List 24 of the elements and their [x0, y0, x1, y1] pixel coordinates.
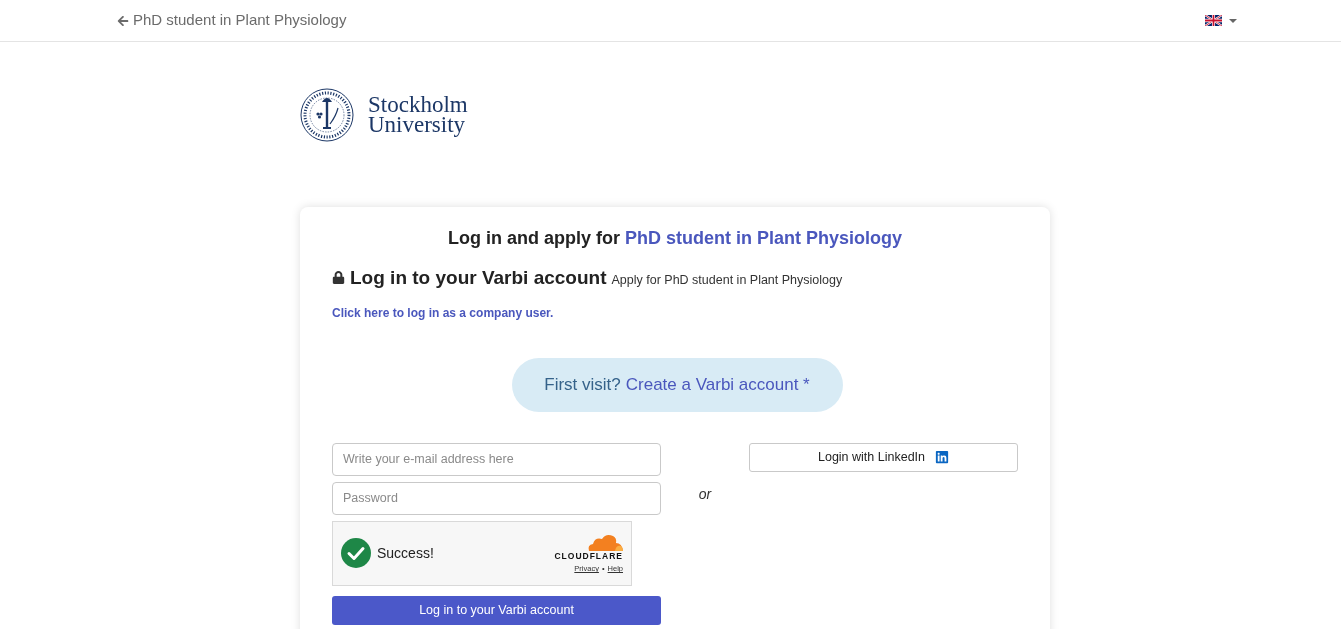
- language-dropdown[interactable]: [1205, 15, 1237, 26]
- logo-name-line: University: [368, 115, 467, 135]
- or-divider-text: or: [698, 484, 712, 504]
- uk-flag-icon: [1205, 15, 1222, 26]
- university-seal-icon: [300, 88, 354, 142]
- lock-icon: [332, 271, 345, 284]
- company-login-link[interactable]: Click here to log in as a company user.: [332, 305, 554, 320]
- job-title-link[interactable]: PhD student in Plant Physiology: [625, 228, 902, 248]
- cloudflare-wordmark: CLOUDFLARE: [554, 551, 623, 562]
- section-heading: Log in to your Varbi account: [350, 267, 607, 289]
- linkedin-login-button[interactable]: Login with LinkedIn: [749, 442, 1018, 472]
- create-account-link[interactable]: Create a Varbi account *: [625, 372, 810, 398]
- card-title: Log in and apply for PhD student in Plant Physiology: [446, 227, 903, 249]
- password-input[interactable]: Password: [332, 481, 661, 515]
- linkedin-icon: [935, 450, 949, 465]
- section-subheading: Apply for PhD student in Plant Physiology: [611, 272, 843, 289]
- email-input[interactable]: Write your e-mail address here: [332, 442, 661, 476]
- captcha-status: Success!: [377, 543, 434, 563]
- logo-name-line: Stockholm: [368, 95, 468, 115]
- caret-icon: [1229, 18, 1237, 23]
- login-submit-button[interactable]: Log in to your Varbi account: [332, 595, 661, 625]
- first-visit-question: First visit?: [544, 374, 621, 396]
- back-arrow-icon: [117, 14, 129, 27]
- back-link[interactable]: PhD student in Plant Physiology: [117, 9, 347, 32]
